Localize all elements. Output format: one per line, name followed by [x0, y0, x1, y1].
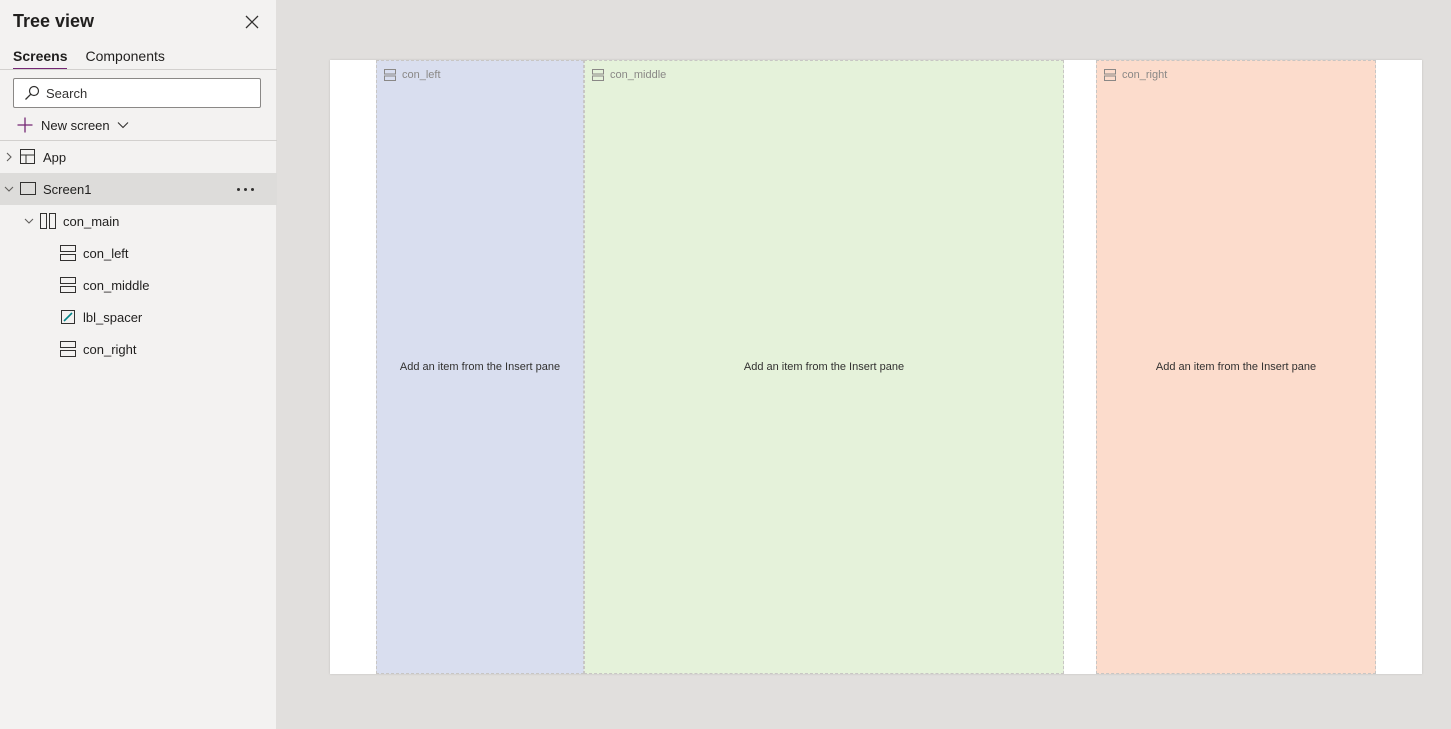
vertical-container-icon — [592, 69, 604, 81]
tree-item-con-middle[interactable]: con_middle — [0, 269, 277, 301]
container-header: con_right — [1104, 69, 1167, 81]
more-dot — [236, 187, 240, 191]
container-name: con_left — [402, 69, 441, 81]
tree-item-label: con_main — [63, 214, 120, 229]
search-box[interactable] — [13, 78, 261, 108]
new-screen-label: New screen — [41, 117, 110, 133]
horizontal-container-icon — [40, 213, 56, 229]
label-edit-icon — [61, 310, 75, 324]
more-dot — [250, 187, 254, 191]
tree-view-panel: Tree view Screens Components New screen — [0, 0, 277, 729]
app-grid-icon — [20, 149, 35, 164]
tree-item-label: con_middle — [83, 278, 150, 293]
chevron-right-icon[interactable] — [4, 152, 14, 162]
lbl-spacer[interactable] — [1064, 60, 1096, 674]
search-icon — [25, 85, 40, 100]
tab-screens[interactable]: Screens — [13, 46, 68, 70]
tree-item-label: App — [43, 150, 67, 165]
insert-hint: Add an item from the Insert pane — [1155, 361, 1317, 373]
tree-item-app[interactable]: App — [0, 141, 277, 173]
vertical-container-icon — [60, 277, 76, 293]
tree-item-con-right[interactable]: con_right — [0, 333, 277, 365]
insert-hint: Add an item from the Insert pane — [399, 361, 561, 373]
more-options-button[interactable] — [235, 183, 255, 195]
vertical-container-icon — [1104, 69, 1116, 81]
chevron-down-icon[interactable] — [4, 184, 14, 194]
insert-hint: Add an item from the Insert pane — [743, 361, 905, 373]
panel-title: Tree view — [13, 11, 95, 31]
container-con-left[interactable]: con_left Add an item from the Insert pan… — [376, 60, 584, 674]
more-dot — [243, 187, 247, 191]
container-con-right[interactable]: con_right Add an item from the Insert pa… — [1096, 60, 1376, 674]
screen-icon — [20, 182, 36, 195]
plus-icon — [17, 117, 33, 133]
tree-item-label: con_left — [83, 246, 129, 261]
chevron-down-icon — [117, 122, 129, 129]
new-screen-button[interactable]: New screen — [16, 114, 129, 136]
tree-item-con-main[interactable]: con_main — [0, 205, 277, 237]
tree-item-label: lbl_spacer — [83, 310, 143, 325]
tree-item-screen1[interactable]: Screen1 — [0, 173, 277, 205]
vertical-container-icon — [60, 245, 76, 261]
search-input[interactable] — [46, 85, 246, 101]
container-name: con_middle — [610, 69, 667, 81]
vertical-container-icon — [60, 341, 76, 357]
divider — [0, 69, 277, 70]
tab-components[interactable]: Components — [85, 46, 164, 70]
container-con-middle[interactable]: con_middle Add an item from the Insert p… — [584, 60, 1064, 674]
vertical-container-icon — [384, 69, 396, 81]
tree-item-label: con_right — [83, 342, 137, 357]
tree-item-lbl-spacer[interactable]: lbl_spacer — [0, 301, 277, 333]
screen-canvas[interactable]: con_left Add an item from the Insert pan… — [330, 60, 1422, 674]
panel-tabs: Screens Components — [13, 46, 165, 70]
container-name: con_right — [1122, 69, 1168, 81]
container-header: con_left — [384, 69, 441, 81]
close-button[interactable] — [242, 12, 262, 32]
chevron-down-icon[interactable] — [24, 216, 34, 226]
close-icon — [245, 15, 259, 29]
tree-item-label: Screen1 — [43, 182, 92, 197]
tree-item-con-left[interactable]: con_left — [0, 237, 277, 269]
container-header: con_middle — [592, 69, 666, 81]
